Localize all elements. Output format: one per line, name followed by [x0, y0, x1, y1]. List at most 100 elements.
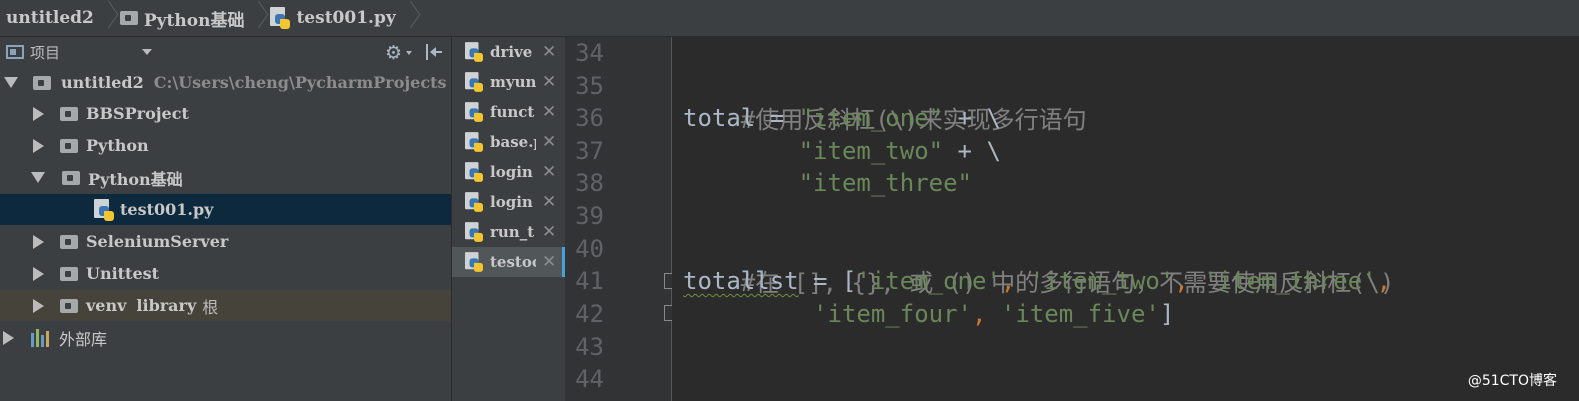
gear-dropdown-icon[interactable]: [406, 51, 412, 55]
tab-myun[interactable]: myun ✕: [452, 67, 565, 97]
code-editor[interactable]: #使用反斜杠(\)来实现多行语句 total = "item_one" + \ …: [672, 37, 1579, 401]
close-icon[interactable]: ✕: [542, 222, 556, 242]
code-line-41: totallst = ['item_one', 'item_two', 'ite…: [683, 267, 1391, 295]
project-panel-title[interactable]: 项目: [30, 42, 60, 63]
folder-icon: [33, 75, 51, 90]
line-number: 39: [575, 202, 604, 230]
breadcrumb: untitled2 Python基础 test001.py: [0, 0, 1579, 37]
tree-item-bbsproject[interactable]: BBSProject: [0, 98, 451, 129]
tree-item-test001[interactable]: test001.py: [0, 194, 451, 225]
tab-drive[interactable]: drive ✕: [452, 37, 565, 67]
tab-funct[interactable]: funct ✕: [452, 97, 565, 127]
tree-item-label: Python基础: [88, 169, 183, 189]
breadcrumb-label: test001.py: [296, 8, 396, 28]
tree-item-unittest[interactable]: Unittest: [0, 258, 451, 289]
folder-icon: [60, 298, 78, 313]
line-number: 44: [575, 365, 604, 393]
tree-item-label: untitled2: [61, 73, 144, 92]
tab-base[interactable]: base.p ✕: [452, 127, 565, 157]
line-number-gutter: 34 35 36 37 38 39 40 41 42 43 44: [566, 37, 672, 401]
tab-label: myun: [490, 73, 536, 91]
code-text: + \: [943, 137, 1001, 165]
string-literal: 'item_one': [856, 267, 1001, 295]
code-line-36: total = "item_one" + \: [683, 104, 1001, 132]
tree-item-label: BBSProject: [86, 104, 189, 123]
expand-arrow-icon[interactable]: [33, 234, 44, 249]
library-root-tag: 根: [202, 297, 219, 317]
breadcrumb-label: untitled2: [6, 8, 94, 28]
project-panel-header: 项目 ⚙: [0, 37, 451, 67]
project-panel: 项目 ⚙ untitled2 C:\Users\cheng\PycharmPro…: [0, 37, 452, 401]
chevron-down-icon[interactable]: [142, 49, 152, 55]
expand-arrow-icon[interactable]: [4, 77, 18, 88]
folder-icon: [62, 170, 80, 185]
tab-login-2[interactable]: login ✕: [452, 187, 565, 217]
gear-icon[interactable]: ⚙: [385, 42, 402, 64]
breadcrumb-label: Python基础: [143, 10, 245, 31]
line-number: 37: [575, 137, 604, 165]
library-tag: library: [136, 296, 197, 315]
tab-label: testoo: [490, 253, 536, 271]
expand-arrow-icon[interactable]: [33, 266, 44, 281]
line-number: 38: [575, 169, 604, 197]
python-file-icon: [465, 132, 483, 152]
python-file-icon: [465, 162, 483, 182]
python-file-icon: [465, 42, 483, 62]
string-literal: "item_three": [798, 169, 972, 197]
code-line-42: 'item_four', 'item_five']: [683, 300, 1174, 328]
close-icon[interactable]: ✕: [542, 162, 556, 182]
tree-item-seleniumserver[interactable]: SeleniumServer: [0, 226, 451, 257]
project-view-icon: [6, 45, 24, 59]
close-icon[interactable]: ✕: [542, 192, 556, 212]
close-icon[interactable]: ✕: [542, 132, 556, 152]
tree-item-venv[interactable]: venv library 根: [0, 290, 451, 321]
comma: ,: [1376, 267, 1392, 295]
tab-label: login: [490, 163, 533, 181]
line-number: 41: [575, 267, 604, 295]
variable-with-warning: totallst: [683, 267, 799, 295]
python-file-icon: [94, 198, 114, 221]
tree-item-untitled2[interactable]: untitled2 C:\Users\cheng\PycharmProjects: [0, 67, 451, 98]
tab-label: run_t: [490, 223, 535, 241]
line-number: 40: [575, 235, 604, 263]
tree-item-python[interactable]: Python: [0, 130, 451, 161]
breadcrumb-item-python-basics[interactable]: Python基础: [114, 0, 251, 36]
collapse-panel-icon[interactable]: [426, 44, 442, 60]
python-file-icon: [465, 102, 483, 122]
tab-test001[interactable]: testoo ✕: [452, 247, 565, 277]
python-file-icon: [465, 252, 483, 272]
tab-login-1[interactable]: login ✕: [452, 157, 565, 187]
folder-icon: [60, 106, 78, 121]
project-path: C:\Users\cheng\PycharmProjects: [153, 73, 447, 92]
code-text: + \: [943, 104, 1001, 132]
expand-arrow-icon[interactable]: [31, 172, 45, 183]
tree-item-external-libraries[interactable]: 外部库: [0, 322, 451, 353]
expand-arrow-icon[interactable]: [33, 138, 44, 153]
expand-arrow-icon[interactable]: [33, 298, 44, 313]
close-icon[interactable]: ✕: [542, 102, 556, 122]
python-file-icon: [465, 222, 483, 242]
expand-arrow-icon[interactable]: [3, 330, 14, 345]
code-text: = [: [798, 267, 857, 295]
breadcrumb-separator: [250, 0, 264, 36]
folder-icon: [60, 234, 78, 249]
close-icon[interactable]: ✕: [542, 72, 556, 92]
tab-run[interactable]: run_t ✕: [452, 217, 565, 247]
close-icon[interactable]: ✕: [542, 252, 556, 272]
expand-arrow-icon[interactable]: [33, 106, 44, 121]
line-number: 42: [575, 300, 604, 328]
library-icon: [31, 328, 51, 347]
tab-label: login: [490, 193, 533, 211]
code-text: ]: [1159, 300, 1175, 328]
breadcrumb-separator: [402, 0, 416, 36]
watermark: @51CTO博客: [1467, 373, 1557, 389]
breadcrumb-item-untitled2[interactable]: untitled2: [0, 0, 100, 36]
breadcrumb-item-test001[interactable]: test001.py: [264, 0, 401, 36]
breadcrumb-separator: [100, 0, 114, 36]
close-icon[interactable]: ✕: [542, 42, 556, 62]
comma: ,: [1174, 267, 1204, 295]
tree-item-python-basics[interactable]: Python基础: [0, 162, 451, 193]
string-literal: "item_two": [798, 137, 944, 165]
